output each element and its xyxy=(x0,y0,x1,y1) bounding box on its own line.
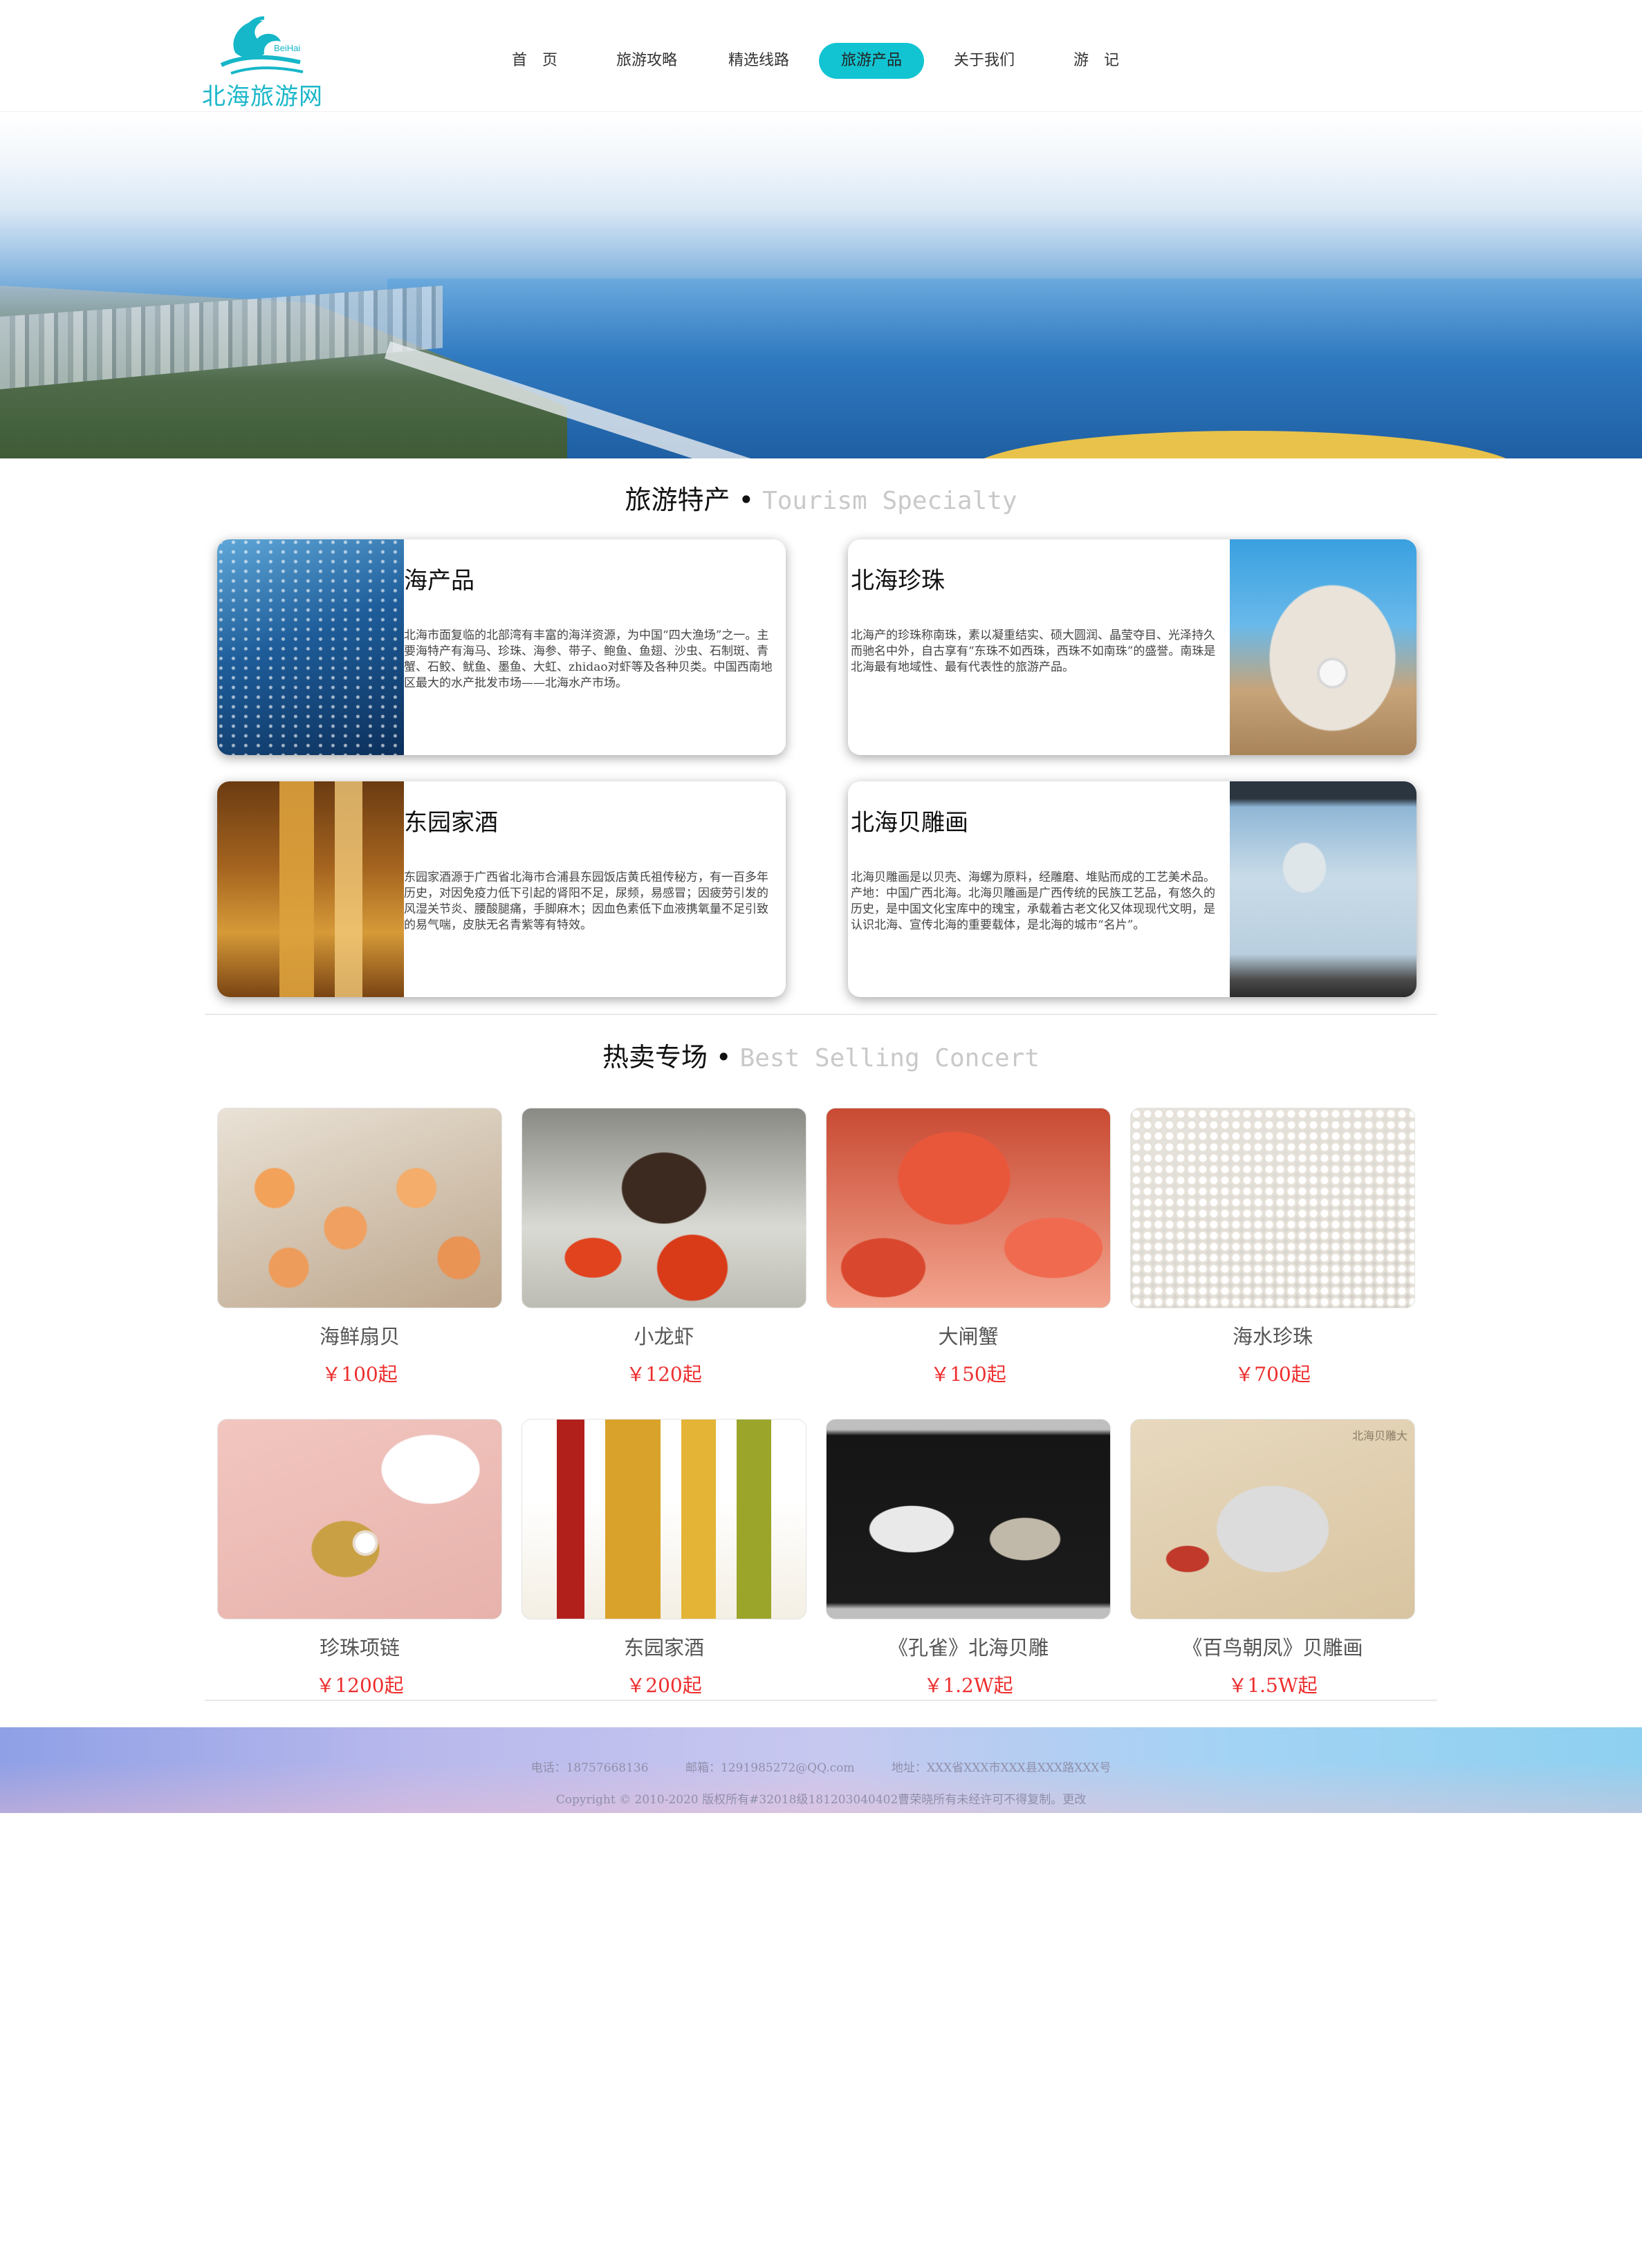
hot-heading: 热卖专场 • Best Selling Concert xyxy=(602,1042,1040,1072)
phoenix-carving-image: 北海贝雕大 xyxy=(1130,1419,1415,1619)
specialty-card-title: 东园家酒 xyxy=(404,809,498,837)
product-price: ￥1.5W起 xyxy=(1228,1674,1318,1697)
product-name: 珍珠项链 xyxy=(319,1636,400,1660)
specialty-card-shell-carving[interactable]: 北海贝雕画 北海贝雕画是以贝壳、海螺为原料，经雕磨、堆贴而成的工艺美术品。产地：… xyxy=(848,781,1417,997)
seafood-image xyxy=(217,539,404,755)
section-divider xyxy=(205,1700,1437,1701)
footer-contact: 电话：18757668136 邮箱：1291985272@QQ.com 地址：X… xyxy=(0,1758,1642,1775)
specialty-card-pearl[interactable]: 北海珍珠 北海产的珍珠称南珠，素以凝重结实、硕大圆润、晶莹夺目、光泽持久而驰名中… xyxy=(848,539,1417,755)
pearl-oyster-image xyxy=(1230,539,1417,755)
product-price: ￥150起 xyxy=(930,1363,1006,1386)
footer-copyright: Copyright © 2010-2020 版权所有#32018级1812030… xyxy=(555,1793,1087,1807)
specialty-card-desc: 北海产的珍珠称南珠，素以凝重结实、硕大圆润、晶莹夺目、光泽持久而驰名中外，自古享… xyxy=(851,629,1216,674)
site-footer: 电话：18757668136 邮箱：1291985272@QQ.com 地址：X… xyxy=(0,1727,1642,1813)
product-card[interactable]: 北海贝雕大 《百鸟朝凤》贝雕画 ￥1.5W起 xyxy=(1130,1419,1415,1698)
product-card[interactable]: 海鲜扇贝 ￥100起 xyxy=(217,1108,502,1387)
product-price: ￥1.2W起 xyxy=(923,1674,1013,1697)
specialty-card-seafood[interactable]: 海产品 北海市面复临的北部湾有丰富的海洋资源，为中国“四大渔场”之一。主要海特产… xyxy=(217,539,786,755)
peacock-carving-image xyxy=(826,1419,1111,1619)
product-name: 《百鸟朝凤》贝雕画 xyxy=(1182,1636,1363,1660)
banner-sea xyxy=(387,279,1642,458)
specialty-card-title: 海产品 xyxy=(404,567,474,595)
specialty-card-wine[interactable]: 东园家酒 东园家酒源于广西省北海市合浦县东园饭店黄氏祖传秘方，有一百多年历史，对… xyxy=(217,781,786,997)
hero-banner xyxy=(0,113,1642,458)
product-card[interactable]: 大闸蟹 ￥150起 xyxy=(826,1108,1111,1387)
logo-text: 北海旅游网 xyxy=(202,83,323,111)
nav-travel-guide[interactable]: 旅游攻略 xyxy=(591,43,703,79)
product-name: 《孔雀》北海贝雕 xyxy=(887,1636,1049,1660)
specialty-card-desc: 东园家酒源于广西省北海市合浦县东园饭店黄氏祖传秘方，有一百多年历史，对因免疫力低… xyxy=(404,871,768,932)
product-price: ￥120起 xyxy=(626,1363,702,1386)
wine-image xyxy=(217,781,404,997)
product-card[interactable]: 东园家酒 ￥200起 xyxy=(522,1419,806,1698)
footer-address: 地址：XXX省XXX市XXX县XXX路XXX号 xyxy=(891,1761,1111,1775)
nav-travel-products[interactable]: 旅游产品 xyxy=(819,43,924,79)
watermark: 北海贝雕大 xyxy=(1352,1429,1408,1442)
product-price: ￥100起 xyxy=(322,1363,398,1386)
product-price: ￥1200起 xyxy=(315,1674,404,1697)
specialty-card-desc: 北海贝雕画是以贝壳、海螺为原料，经雕磨、堆贴而成的工艺美术品。产地：中国广西北海… xyxy=(851,871,1215,932)
product-name: 大闸蟹 xyxy=(938,1325,999,1348)
shell-carving-image xyxy=(1230,781,1417,997)
specialty-card-title: 北海贝雕画 xyxy=(851,809,968,837)
section-divider xyxy=(205,1014,1437,1015)
specialty-title-cn: 旅游特产 xyxy=(625,485,730,515)
dolphin-logo-icon: BeiHai xyxy=(220,16,304,75)
product-name: 海水珍珠 xyxy=(1232,1325,1313,1348)
scallop-image xyxy=(217,1108,502,1308)
crab-image xyxy=(826,1108,1111,1308)
product-card[interactable]: 珍珠项链 ￥1200起 xyxy=(217,1419,502,1698)
pearl-necklace-image xyxy=(217,1419,502,1619)
site-logo[interactable]: BeiHai 北海旅游网 xyxy=(202,11,322,111)
svg-text:BeiHai: BeiHai xyxy=(274,43,300,53)
nav-about-us[interactable]: 关于我们 xyxy=(928,43,1040,79)
hot-title-cn: 热卖专场 xyxy=(602,1042,708,1072)
wine-bottles-image xyxy=(522,1419,806,1619)
nav-selected-routes[interactable]: 精选线路 xyxy=(703,43,815,79)
product-name: 海鲜扇贝 xyxy=(319,1325,400,1348)
crayfish-image xyxy=(522,1108,806,1308)
nav-home[interactable]: 首 页 xyxy=(479,43,591,79)
specialty-card-desc: 北海市面复临的北部湾有丰富的海洋资源，为中国“四大渔场”之一。主要海特产有海马、… xyxy=(404,629,773,690)
pearl-bracelet-image xyxy=(1130,1108,1415,1308)
product-name: 小龙虾 xyxy=(634,1325,694,1348)
product-card[interactable]: 海水珍珠 ￥700起 xyxy=(1130,1108,1415,1387)
product-price: ￥200起 xyxy=(626,1674,702,1697)
product-card[interactable]: 小龙虾 ￥120起 xyxy=(522,1108,806,1387)
product-price: ￥700起 xyxy=(1235,1363,1311,1386)
main-nav: 首 页 旅游攻略 精选线路 旅游产品 关于我们 游 记 xyxy=(479,43,1152,80)
footer-phone: 电话：18757668136 xyxy=(531,1761,649,1775)
product-name: 东园家酒 xyxy=(623,1636,704,1660)
specialty-title-en: Tourism Specialty xyxy=(762,487,1017,515)
specialty-card-title: 北海珍珠 xyxy=(851,567,945,595)
hot-title-en: Best Selling Concert xyxy=(739,1044,1040,1072)
product-card[interactable]: 《孔雀》北海贝雕 ￥1.2W起 xyxy=(826,1419,1111,1698)
footer-email: 邮箱：1291985272@QQ.com xyxy=(685,1761,855,1775)
nav-travel-notes[interactable]: 游 记 xyxy=(1040,43,1152,79)
specialty-heading: 旅游特产 • Tourism Specialty xyxy=(625,485,1017,515)
site-header: BeiHai 北海旅游网 首 页 旅游攻略 精选线路 旅游产品 关于我们 游 记 xyxy=(0,0,1642,112)
